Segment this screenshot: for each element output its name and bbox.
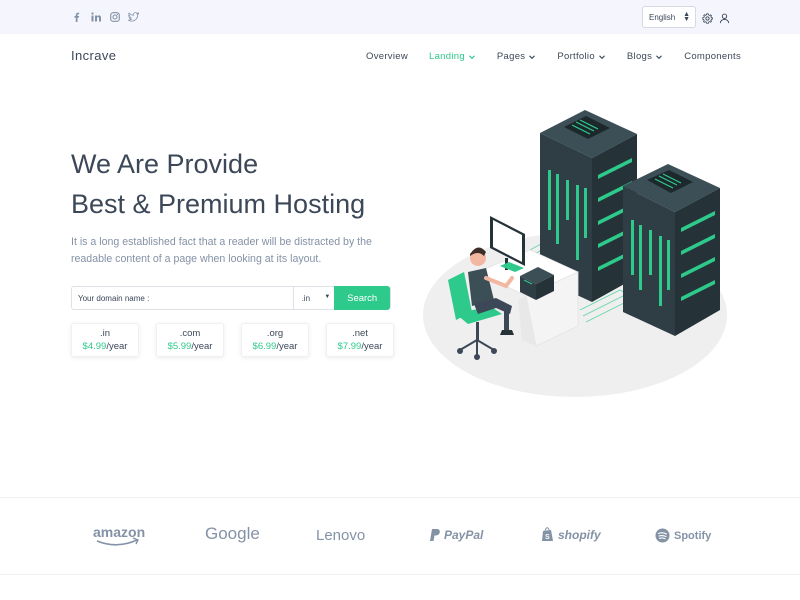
facebook-icon[interactable] — [71, 11, 82, 22]
nav-label: Portfolio — [557, 51, 595, 62]
paypal-logo-text: PayPal — [444, 528, 484, 542]
gear-icon[interactable] — [702, 11, 713, 24]
price-tld: .com — [179, 328, 201, 339]
social-links — [71, 11, 139, 22]
hero-description: It is a long established fact that a rea… — [71, 236, 372, 265]
spotify-icon — [655, 528, 670, 543]
nav-label: Components — [684, 51, 742, 62]
chevron-down-icon — [656, 54, 663, 59]
price-amount: $7.99/year — [327, 340, 393, 354]
price-card-in[interactable]: .in $4.99/year — [71, 323, 139, 357]
price-amount: $6.99/year — [242, 340, 308, 354]
linkedin-icon[interactable] — [90, 11, 101, 22]
hosting-illustration — [423, 110, 727, 397]
hero-title: We Are Provide Best & Premium Hosting — [71, 144, 365, 224]
price-tld: .org — [266, 328, 284, 339]
lenovo-logo-text: Lenovo — [316, 527, 366, 544]
select-caret-icon: ▲ ▼ — [683, 11, 690, 23]
price-card-net[interactable]: .net $7.99/year — [326, 323, 394, 357]
nav-components[interactable]: Components — [684, 51, 741, 62]
domain-search-form: .in ▼ Search — [71, 286, 391, 310]
main-nav: Overview Landing Pages Portfolio Blogs C… — [366, 51, 741, 62]
amazon-logo: amazon — [93, 524, 145, 546]
user-icon[interactable] — [719, 11, 730, 24]
price-amount: $5.99/year — [157, 340, 223, 354]
nav-portfolio[interactable]: Portfolio — [557, 51, 606, 62]
paypal-icon — [430, 529, 440, 541]
tld-select[interactable]: .in ▼ — [292, 287, 335, 309]
chevron-down-icon — [529, 54, 536, 59]
price-period: /year — [106, 341, 128, 352]
nav-label: Landing — [429, 51, 465, 62]
domain-search-input[interactable] — [72, 287, 293, 309]
server-rack-right — [623, 164, 720, 336]
tld-value: .in — [301, 293, 311, 303]
nav-label: Blogs — [626, 51, 653, 62]
language-select[interactable]: English ▲ ▼ — [642, 6, 696, 28]
price-tld: .net — [352, 328, 368, 339]
price-amount: $4.99/year — [72, 340, 138, 354]
amazon-logo-text: amazon — [93, 524, 145, 540]
price-card-org[interactable]: .org $6.99/year — [241, 323, 309, 357]
google-logo: Google — [205, 524, 260, 544]
google-logo-text: Google — [205, 524, 260, 543]
chevron-down-icon — [469, 54, 475, 59]
chevron-down-icon — [599, 54, 605, 59]
nav-blogs[interactable]: Blogs — [627, 51, 663, 62]
price-value: $7.99 — [337, 341, 362, 352]
shopify-logo-text: shopify — [558, 527, 601, 542]
twitter-icon[interactable] — [128, 11, 139, 22]
price-value: $6.99 — [252, 341, 277, 352]
partner-logos: amazon Google Lenovo PayPal S shopify Sp… — [0, 497, 800, 575]
price-card-com[interactable]: .com $5.99/year — [156, 323, 224, 357]
domain-prices: .in $4.99/year .com $5.99/year .org $6.9… — [71, 323, 394, 357]
svg-text:S: S — [545, 534, 550, 541]
nav-label: Pages — [496, 51, 526, 62]
nav-label: Overview — [366, 51, 408, 62]
price-period: /year — [191, 341, 213, 352]
shopify-logo: S shopify — [541, 527, 601, 542]
spotify-logo-text: Spotify — [674, 529, 712, 542]
price-period: /year — [276, 341, 298, 352]
price-value: $5.99 — [167, 341, 192, 352]
language-label: English — [649, 12, 676, 22]
nav-landing[interactable]: Landing — [429, 51, 476, 62]
paypal-logo: PayPal — [428, 528, 483, 542]
price-tld: .in — [99, 328, 111, 339]
instagram-icon[interactable] — [109, 11, 120, 22]
spotify-logo: Spotify — [655, 528, 711, 543]
top-bar: English ▲ ▼ — [0, 0, 800, 34]
hero-title-line2: Best & Premium Hosting — [71, 189, 366, 219]
lenovo-logo: Lenovo — [316, 527, 365, 544]
price-period: /year — [361, 341, 383, 352]
price-value: $4.99 — [82, 341, 107, 352]
nav-overview[interactable]: Overview — [366, 51, 408, 62]
caret-down-icon: ▼ — [324, 294, 331, 300]
search-button[interactable]: Search — [334, 286, 390, 310]
hero-title-line1: We Are Provide — [71, 149, 259, 179]
nav-pages[interactable]: Pages — [497, 51, 536, 62]
shopify-bag-icon: S — [542, 527, 553, 541]
brand-logo[interactable]: Incrave — [71, 48, 116, 63]
